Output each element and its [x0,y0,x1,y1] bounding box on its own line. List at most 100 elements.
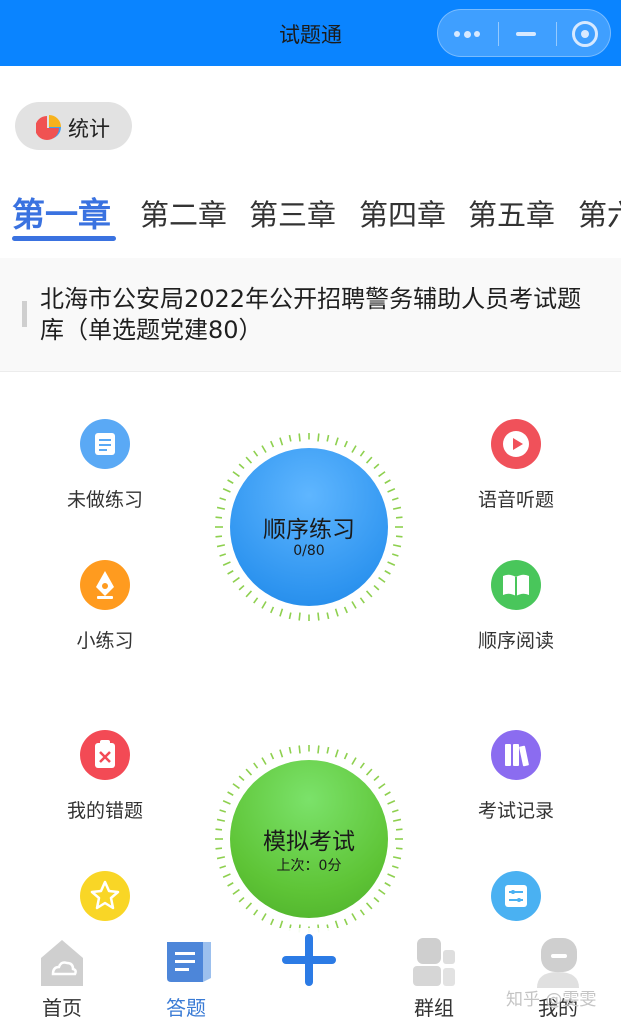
tick-mark [232,783,240,790]
tick-mark [391,809,399,813]
tick-mark [219,497,227,501]
play-icon [491,419,541,469]
watermark-text: 知乎 @雯雯 [506,990,597,1010]
tab-chapter-3[interactable]: 第三章 [249,192,336,234]
mini-practice-button[interactable]: 小练习 [35,560,175,660]
tick-mark [288,434,292,442]
minimize-button[interactable] [498,10,554,58]
tick-mark [392,544,402,548]
tabbar-label-answer: 答题 [166,996,206,1020]
tick-mark [378,471,386,478]
favorites-button[interactable] [35,871,175,921]
settings-button[interactable] [446,871,586,921]
tick-mark [334,749,339,758]
tab-chapter-2[interactable]: 第二章 [140,192,227,234]
audio-questions-button[interactable]: 语音听题 [446,419,586,519]
tick-mark [373,463,380,470]
tick-mark [351,601,357,609]
tab-chapter-4[interactable]: 第四章 [359,192,446,234]
tick-mark [219,865,227,869]
mock-exam-last-score: 上次：0分 [276,858,342,874]
sequential-practice-button[interactable]: 顺序练习 0/80 [214,432,404,622]
app-header: 试题通 [0,0,621,66]
tabbar-item-answer[interactable]: 答题 [124,928,248,1020]
tick-mark [215,847,223,850]
miniprogram-capsule [437,9,611,57]
tick-mark [317,433,320,442]
sequential-practice-circle: 顺序练习 0/80 [230,448,388,606]
tick-mark [279,437,284,446]
tabbar-item-group[interactable]: 群组 [372,928,496,1020]
unanswered-practice-button[interactable]: 未做练习 [35,419,175,519]
tick-mark [365,590,373,598]
tick-mark [365,456,373,464]
tick-mark [222,800,231,805]
tick-mark [392,818,402,822]
wrong-questions-button[interactable]: 我的错题 [35,730,175,830]
target-icon [572,21,598,47]
tick-mark [391,865,399,869]
tick-mark [288,746,292,754]
tick-mark [359,762,365,769]
tick-mark [232,576,240,583]
tick-mark [245,902,253,910]
tick-mark [343,606,348,614]
tick-mark [270,752,275,760]
tick-mark [391,497,399,501]
unanswered-practice-label: 未做练习 [66,489,143,511]
tick-mark [395,828,403,831]
tick-mark [298,612,301,621]
scroll-icon [80,419,130,469]
active-tab-indicator [12,236,116,241]
tick-mark [373,584,380,591]
tick-mark [334,437,339,446]
plus-icon [282,934,336,986]
tick-mark [384,570,391,575]
tick-mark [378,888,386,895]
sequential-reading-button[interactable]: 顺序阅读 [446,560,586,660]
sliders-icon [491,871,541,921]
mock-exam-button[interactable]: 模拟考试 上次：0分 [214,744,404,934]
tick-mark [238,896,245,903]
tick-mark [261,445,267,453]
tick-mark [270,440,275,448]
tabbar-item-add[interactable] [248,928,372,1020]
tick-mark [387,873,396,878]
tab-chapter-5[interactable]: 第五章 [468,192,555,234]
tick-mark [215,828,223,831]
tick-mark [351,913,357,921]
tick-mark [216,856,226,860]
tick-mark [238,775,245,782]
tick-mark [253,597,259,604]
tick-mark [216,544,226,548]
question-bank-title: 北海市公安局2022年公开招聘警务辅助人员考试题库（单选题党建80） [40,285,582,344]
tabbar-item-home[interactable]: 首页 [0,928,124,1020]
tick-mark [215,516,223,519]
tick-mark [219,553,227,557]
tick-mark [279,749,284,758]
pen-nib-icon [80,560,130,610]
book-icon [491,560,541,610]
tick-mark [245,456,253,464]
tick-mark [351,757,357,765]
star-icon [80,871,130,921]
tick-mark [288,612,292,620]
error-clipboard-icon [80,730,130,780]
tick-mark [326,746,330,754]
tab-chapter-1[interactable]: 第一章 [12,188,111,236]
tick-mark [387,800,396,805]
stats-button[interactable]: 统计 [15,102,132,150]
title-accent-bar [22,301,27,327]
close-miniprogram-button[interactable] [556,10,612,58]
more-button[interactable] [438,10,494,58]
tick-mark [334,608,339,617]
tick-mark [216,818,226,822]
tick-mark [227,791,234,796]
tab-chapter-6[interactable]: 第六章 [578,192,621,234]
exam-records-label: 考试记录 [477,800,554,822]
tick-mark [227,570,234,575]
exam-records-button[interactable]: 考试记录 [446,730,586,830]
sequential-practice-progress: 0/80 [293,543,325,559]
tick-mark [359,909,365,916]
tick-mark [298,745,301,754]
